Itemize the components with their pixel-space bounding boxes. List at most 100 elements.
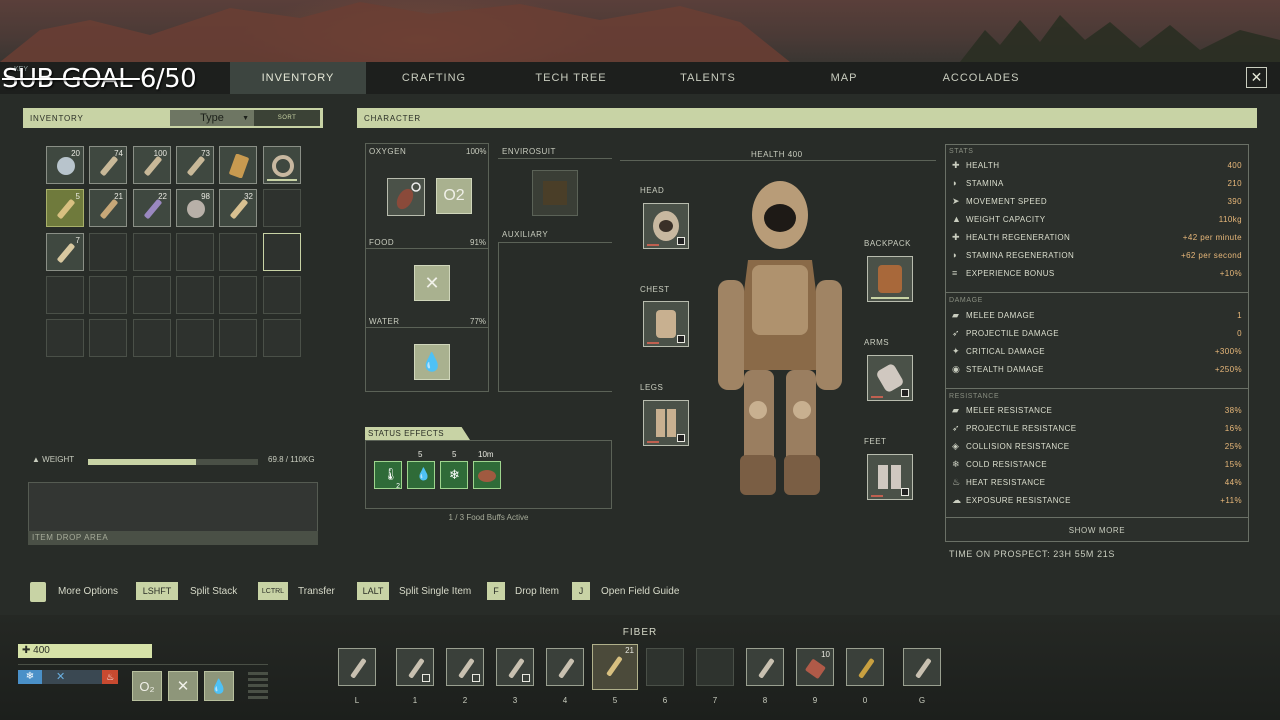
temperature-effect-icon[interactable]: 🌡 2	[374, 461, 402, 490]
legs-slot[interactable]	[643, 400, 689, 446]
hud-food-icon: ✕	[168, 671, 198, 701]
type-filter-select[interactable]: Type ▼	[170, 110, 254, 126]
stat-name: COLD RESISTANCE	[966, 460, 1047, 469]
hotbar-key-label: 0	[862, 696, 868, 705]
hotbar-key-label: 7	[712, 696, 718, 705]
stat-value: 110kg	[1218, 215, 1242, 224]
hotbar-slot[interactable]	[846, 648, 884, 686]
item-count: 21	[114, 192, 123, 201]
hotbar-slot[interactable]	[903, 648, 941, 686]
chest-slot[interactable]	[643, 301, 689, 347]
backpack-slot[interactable]	[867, 256, 913, 302]
inventory-slot[interactable]: 5	[46, 189, 84, 227]
stat-name: HEAT RESISTANCE	[966, 478, 1046, 487]
stat-row: ✚ HEALTH REGENERATION +42 per minute	[952, 231, 1242, 245]
inventory-slot[interactable]	[263, 189, 301, 227]
inventory-slot[interactable]	[263, 233, 301, 271]
oxygen-value: 100%	[466, 147, 487, 156]
inventory-slot[interactable]: 98	[176, 189, 214, 227]
hotbar-key-label: 8	[762, 696, 768, 705]
inventory-slot[interactable]	[89, 233, 127, 271]
hotbar-key-label: 4	[562, 696, 568, 705]
inventory-slot[interactable]: 20	[46, 146, 84, 184]
sort-button[interactable]: SORT	[254, 110, 320, 126]
inventory-slot[interactable]: 74	[89, 146, 127, 184]
hotbar-slot[interactable]	[496, 648, 534, 686]
head-slot[interactable]	[643, 203, 689, 249]
inventory-slot[interactable]: 21	[89, 189, 127, 227]
hotbar-slot[interactable]: 21	[592, 644, 638, 690]
inventory-slot[interactable]	[176, 233, 214, 271]
hotbar-slot[interactable]	[396, 648, 434, 686]
tab-tech-tree[interactable]: TECH TREE	[503, 62, 639, 94]
stat-value: +11%	[1220, 496, 1242, 505]
food-buff-icon[interactable]	[473, 461, 501, 489]
cold-icon: ❄	[18, 670, 42, 684]
inventory-slot[interactable]: 7	[46, 233, 84, 271]
torch-icon	[350, 658, 366, 678]
cold-effect-icon[interactable]: ❄	[440, 461, 468, 489]
oxygen-tank-slot[interactable]	[387, 178, 425, 216]
inventory-slot[interactable]	[133, 319, 171, 357]
stat-icon: ✚	[952, 160, 960, 170]
hotbar-key-label: 5	[612, 696, 618, 705]
feet-label: FEET	[864, 437, 887, 446]
show-more-button[interactable]: SHOW MORE	[945, 526, 1249, 535]
stat-value: 210	[1227, 179, 1242, 188]
inventory-slot[interactable]	[263, 276, 301, 314]
hotbar-slot[interactable]	[646, 648, 684, 686]
stat-value: 15%	[1224, 460, 1242, 469]
hotbar-slot[interactable]	[546, 648, 584, 686]
close-button[interactable]: ✕	[1246, 67, 1267, 88]
water-effect-icon[interactable]: 💧	[407, 461, 435, 489]
inventory-slot[interactable]	[176, 276, 214, 314]
stat-row: ◈ COLLISION RESISTANCE 25%	[952, 440, 1242, 454]
inventory-header-label: INVENTORY	[30, 113, 84, 123]
hotbar-slot[interactable]	[338, 648, 376, 686]
hotbar-slot[interactable]	[446, 648, 484, 686]
stat-row: ◗ STAMINA REGENERATION +62 per second	[952, 249, 1242, 263]
stat-icon: ❄	[952, 459, 960, 469]
inventory-slot[interactable]	[263, 146, 301, 184]
envirosuit-slot[interactable]	[532, 170, 578, 216]
inventory-slot[interactable]	[133, 233, 171, 271]
inventory-slot[interactable]	[176, 319, 214, 357]
inventory-slot[interactable]	[219, 319, 257, 357]
tab-accolades[interactable]: ACCOLADES	[913, 62, 1049, 94]
stat-name: MELEE DAMAGE	[966, 311, 1035, 320]
tab-map[interactable]: MAP	[776, 62, 912, 94]
hotbar-slot[interactable]: 10	[796, 648, 834, 686]
hotbar-slot[interactable]	[696, 648, 734, 686]
key-lalt: LALT	[357, 582, 389, 600]
equipped-marker-icon	[677, 335, 685, 343]
hotbar-slot[interactable]	[746, 648, 784, 686]
tab-talents[interactable]: TALENTS	[640, 62, 776, 94]
stat-name: PROJECTILE RESISTANCE	[966, 424, 1077, 433]
inventory-slot[interactable]	[46, 319, 84, 357]
inventory-slot[interactable]	[89, 319, 127, 357]
stat-icon: ▰	[952, 405, 960, 415]
inventory-slot[interactable]: 73	[176, 146, 214, 184]
stat-value: 44%	[1224, 478, 1242, 487]
grenade-icon	[915, 658, 931, 678]
inventory-slot[interactable]	[219, 276, 257, 314]
inventory-slot[interactable]	[219, 233, 257, 271]
inventory-slot[interactable]: 22	[133, 189, 171, 227]
inventory-slot[interactable]	[46, 276, 84, 314]
hint-more-options: More Options	[58, 586, 119, 597]
inventory-slot[interactable]	[89, 276, 127, 314]
hotbar-key-label: 1	[412, 696, 418, 705]
inventory-slot[interactable]	[219, 146, 257, 184]
item-count: 5	[75, 192, 80, 201]
stat-icon: ➤	[952, 196, 960, 206]
inventory-slot[interactable]	[263, 319, 301, 357]
more-options-icon[interactable]	[30, 582, 46, 602]
arms-slot[interactable]	[867, 355, 913, 401]
stat-value: +62 per second	[1181, 251, 1242, 260]
inventory-slot[interactable]	[133, 276, 171, 314]
feet-slot[interactable]	[867, 454, 913, 500]
inventory-slot[interactable]: 32	[219, 189, 257, 227]
tab-inventory[interactable]: INVENTORY	[230, 62, 366, 94]
tab-crafting[interactable]: CRAFTING	[366, 62, 502, 94]
inventory-slot[interactable]: 100	[133, 146, 171, 184]
